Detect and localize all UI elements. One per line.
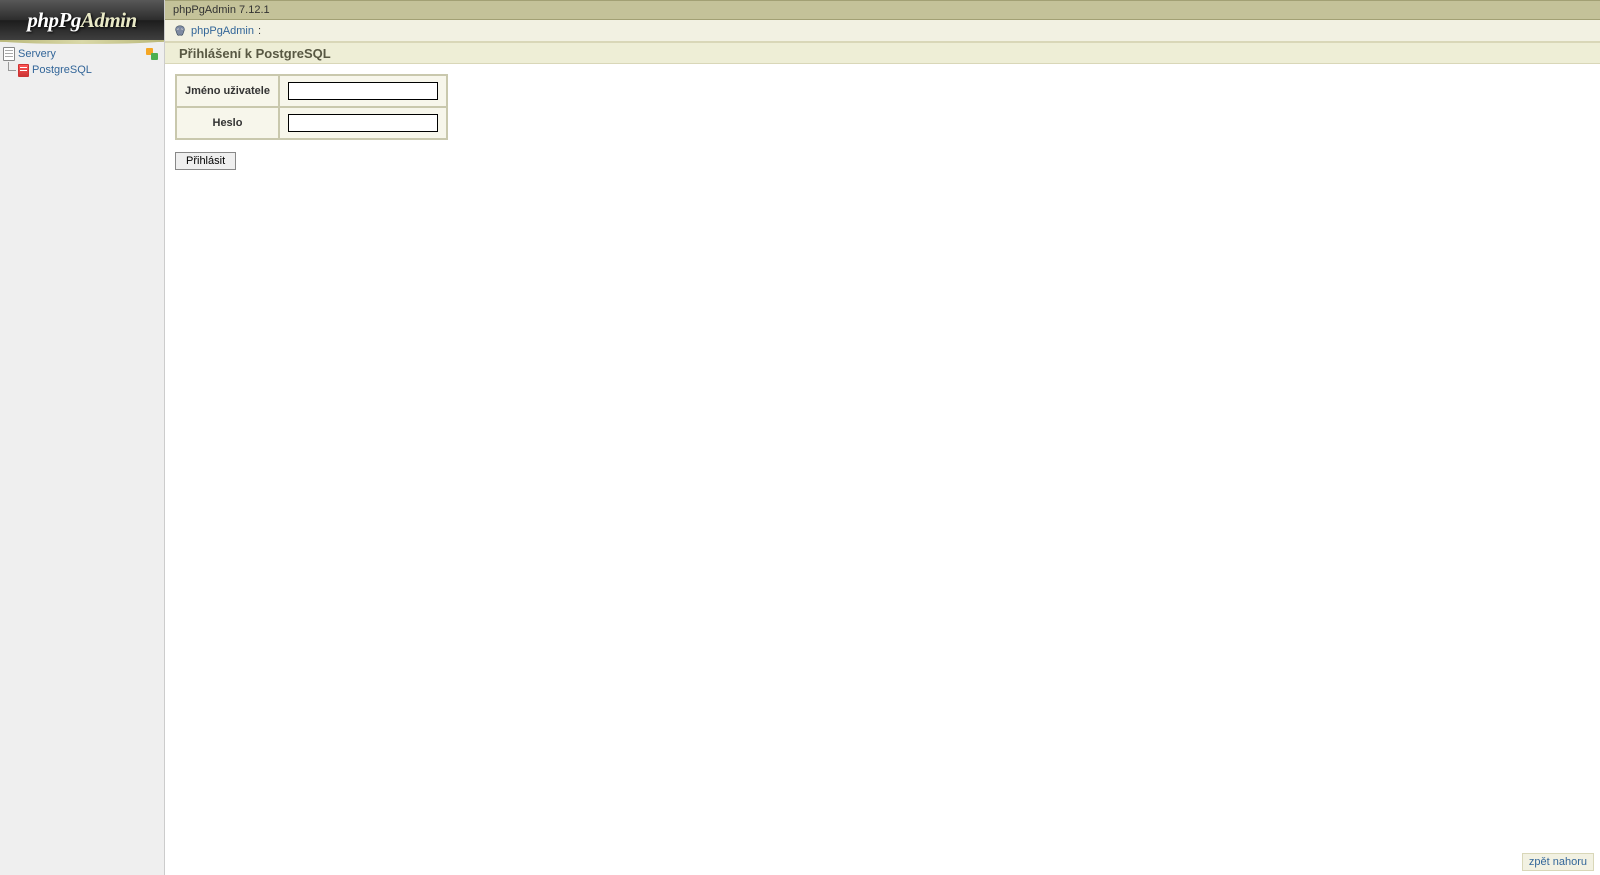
login-heading: Přihlášení k PostgreSQL <box>165 42 1600 64</box>
row-password: Heslo <box>176 107 447 139</box>
database-icon <box>16 63 30 77</box>
servers-icon <box>2 47 16 61</box>
tree-node-servers[interactable]: Servery <box>2 46 162 62</box>
postgres-elephant-icon <box>173 24 187 38</box>
login-table: Jméno uživatele Heslo <box>175 74 448 140</box>
input-password[interactable] <box>288 114 438 132</box>
main-content: phpPgAdmin 7.12.1 phpPgAdmin: Přihlášení… <box>165 0 1600 875</box>
label-password: Heslo <box>176 107 279 139</box>
servers-link[interactable]: Servery <box>18 46 56 62</box>
app-version: phpPgAdmin 7.12.1 <box>173 4 270 16</box>
breadcrumb-root[interactable]: phpPgAdmin <box>191 20 254 42</box>
login-submit-button[interactable] <box>175 152 236 170</box>
breadcrumb: phpPgAdmin: <box>165 20 1600 42</box>
back-to-top[interactable]: zpět nahoru <box>1522 853 1594 871</box>
servers-action-icon[interactable] <box>145 47 159 61</box>
login-form: Jméno uživatele Heslo <box>175 74 1590 170</box>
login-form-area: Jméno uživatele Heslo <box>165 64 1600 180</box>
postgresql-link[interactable]: PostgreSQL <box>32 62 92 78</box>
app-version-bar: phpPgAdmin 7.12.1 <box>165 0 1600 20</box>
app-logo[interactable]: phpPgAdmin <box>0 0 164 42</box>
logo-suffix: Admin <box>81 8 137 32</box>
server-tree: Servery PostgreSQL <box>0 42 164 82</box>
input-username[interactable] <box>288 82 438 100</box>
sidebar: phpPgAdmin Servery PostgreSQL <box>0 0 165 875</box>
tree-node-postgresql[interactable]: PostgreSQL <box>2 62 162 78</box>
label-username: Jméno uživatele <box>176 75 279 107</box>
tree-branch-icon <box>2 62 16 78</box>
logo-prefix: phpPg <box>27 8 81 32</box>
row-username: Jméno uživatele <box>176 75 447 107</box>
back-to-top-link[interactable]: zpět nahoru <box>1529 856 1587 868</box>
breadcrumb-sep: : <box>258 20 261 42</box>
